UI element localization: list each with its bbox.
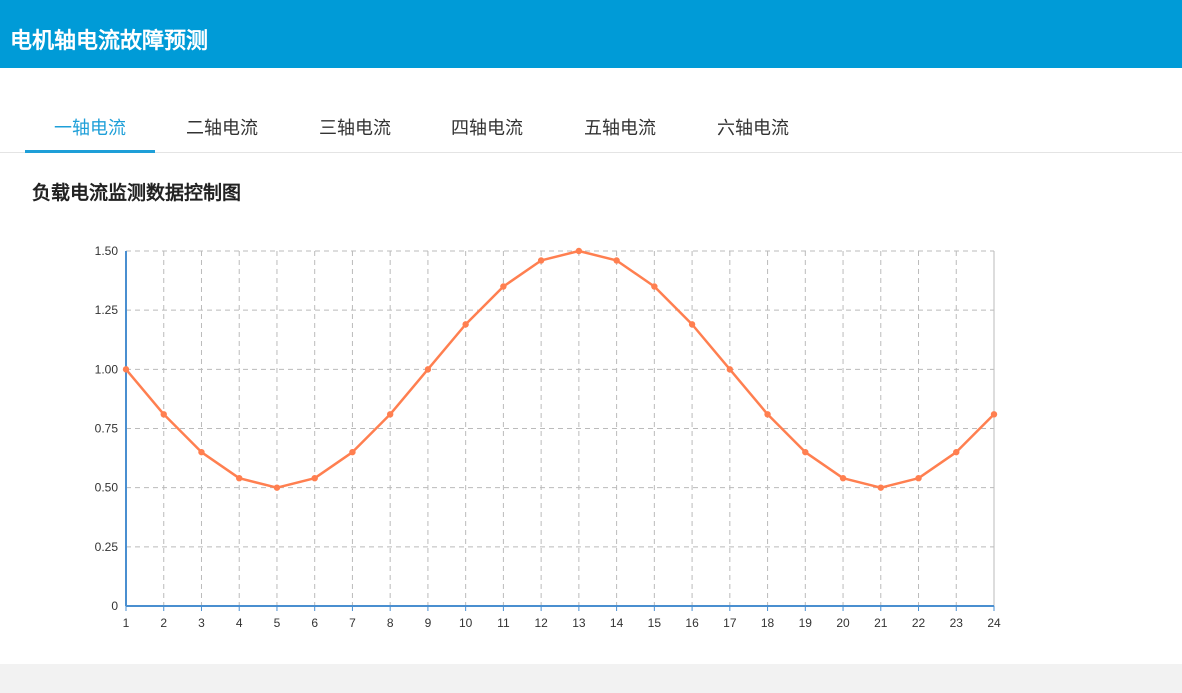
data-point <box>537 257 545 264</box>
data-point <box>575 247 583 255</box>
data-point <box>839 475 847 482</box>
x-tick-label: 6 <box>311 616 318 630</box>
data-point <box>462 321 469 328</box>
y-tick-label: 1.00 <box>95 362 119 376</box>
x-tick-label: 22 <box>912 616 926 630</box>
data-point <box>349 448 356 456</box>
y-tick-label: 0.50 <box>95 481 119 495</box>
x-tick-label: 9 <box>425 616 432 630</box>
x-tick-label: 14 <box>610 616 624 630</box>
x-tick-label: 24 <box>987 616 1001 630</box>
x-tick-label: 16 <box>685 616 699 630</box>
x-tick-label: 15 <box>648 616 662 630</box>
data-point <box>386 411 394 418</box>
data-point <box>273 484 281 491</box>
data-point <box>236 475 243 482</box>
data-point <box>953 448 960 456</box>
data-point <box>424 366 432 373</box>
x-tick-label: 10 <box>459 616 473 630</box>
data-point <box>915 475 922 482</box>
x-tick-label: 18 <box>761 616 775 630</box>
data-point <box>311 475 318 482</box>
x-tick-label: 3 <box>198 616 205 630</box>
data-point <box>764 411 771 418</box>
data-point <box>990 411 998 418</box>
data-point <box>802 448 809 456</box>
data-point <box>613 257 620 264</box>
data-point <box>160 411 167 418</box>
footer-bar <box>0 664 1182 693</box>
y-tick-label: 1.25 <box>95 303 119 317</box>
x-tick-label: 19 <box>799 616 813 630</box>
y-tick-label: 0 <box>111 599 118 613</box>
x-tick-label: 11 <box>497 616 510 630</box>
data-point <box>500 283 507 290</box>
x-tick-label: 21 <box>874 616 888 630</box>
x-tick-label: 13 <box>572 616 586 630</box>
load-current-chart: 00.250.500.751.001.251.501 2 3 4 5 6 7 8 9 10 11 12… <box>95 244 1001 630</box>
data-point <box>198 448 205 456</box>
x-tick-label: 1 <box>123 616 130 630</box>
x-tick-label: 23 <box>950 616 964 630</box>
y-tick-label: 1.50 <box>95 244 119 258</box>
data-point <box>726 366 734 373</box>
x-tick-label: 8 <box>387 616 394 630</box>
data-point <box>688 321 696 328</box>
x-tick-label: 20 <box>836 616 850 630</box>
x-tick-label: 17 <box>723 616 737 630</box>
x-tick-label: 5 <box>274 616 281 630</box>
y-tick-label: 0.75 <box>95 422 119 436</box>
data-point <box>877 484 884 491</box>
y-tick-label: 0.25 <box>95 540 119 554</box>
x-tick-label: 4 <box>236 616 243 630</box>
data-point <box>122 366 130 373</box>
data-point <box>651 283 658 290</box>
x-tick-label: 7 <box>349 616 356 630</box>
x-tick-label: 2 <box>160 616 167 630</box>
x-tick-label: 12 <box>534 616 548 630</box>
